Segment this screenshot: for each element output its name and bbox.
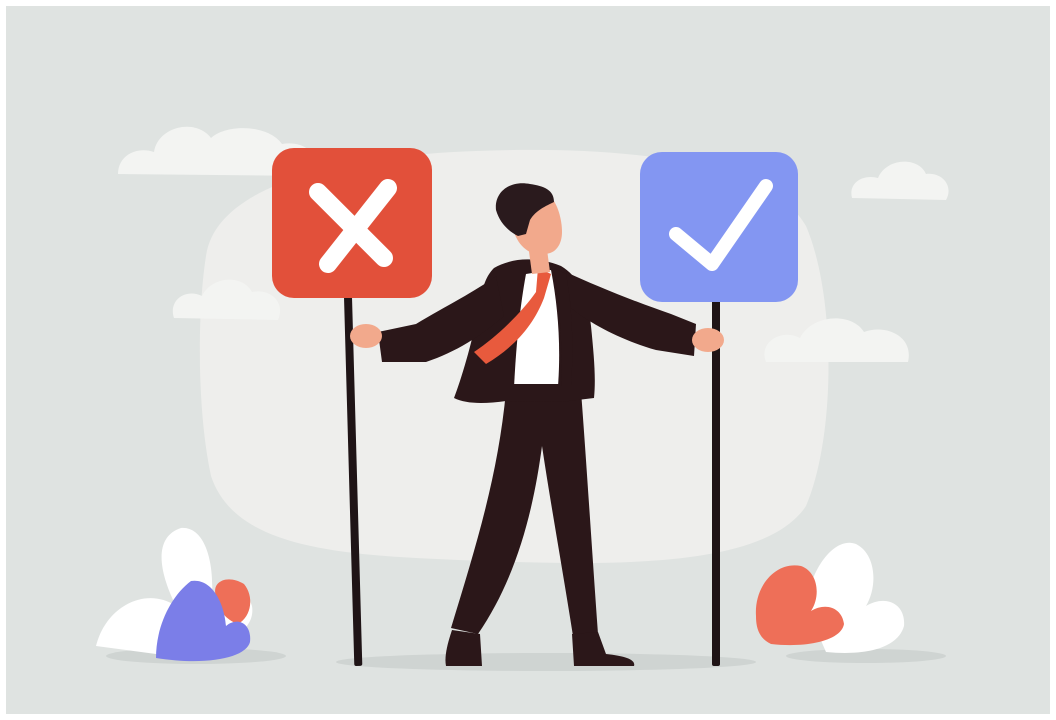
reject-sign: [272, 148, 432, 298]
ground-shadow: [336, 653, 756, 671]
accept-sign: [640, 152, 798, 302]
right-sign-pole: [712, 296, 720, 666]
illustration-frame: [6, 6, 1050, 714]
decision-illustration: [6, 6, 1050, 714]
